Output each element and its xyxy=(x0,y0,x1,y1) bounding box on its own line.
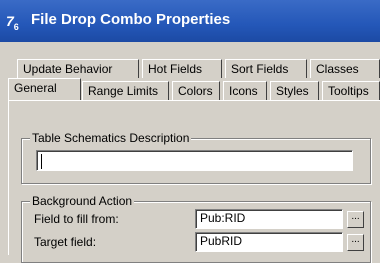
tab-general[interactable]: General xyxy=(8,78,81,100)
window-title: File Drop Combo Properties xyxy=(31,11,231,28)
tab-update-behavior[interactable]: Update Behavior xyxy=(17,59,139,78)
target-field-browse-button[interactable]: ... xyxy=(347,234,364,251)
tab-colors[interactable]: Colors xyxy=(172,81,220,100)
tab-icons[interactable]: Icons xyxy=(223,81,267,100)
app-icon-sub: 6 xyxy=(13,21,19,32)
app-icon: 76 xyxy=(6,13,24,32)
background-action-title: Background Action xyxy=(30,194,135,208)
table-schematics-input[interactable] xyxy=(36,150,353,171)
table-schematics-group: Table Schematics Description xyxy=(21,131,371,184)
table-schematics-title: Table Schematics Description xyxy=(30,131,192,145)
text-caret xyxy=(41,154,42,169)
field-to-fill-input[interactable]: Pub:RID xyxy=(195,209,343,229)
target-field-input[interactable]: PubRID xyxy=(195,232,343,252)
tab-page-general: Table Schematics Description Background … xyxy=(8,100,380,263)
field-to-fill-browse-button[interactable]: ... xyxy=(347,211,364,228)
app-icon-text: 7 xyxy=(6,13,14,29)
tab-hot-fields[interactable]: Hot Fields xyxy=(142,59,222,78)
tab-styles[interactable]: Styles xyxy=(270,81,319,100)
tab-sort-fields[interactable]: Sort Fields xyxy=(225,59,307,78)
tab-control: Update Behavior Hot Fields Sort Fields C… xyxy=(0,42,380,263)
tab-classes[interactable]: Classes xyxy=(310,59,380,78)
target-field-label: Target field: xyxy=(34,235,97,249)
title-bar: 76 File Drop Combo Properties xyxy=(0,0,380,42)
tab-range-limits[interactable]: Range Limits xyxy=(82,81,169,100)
tab-tooltips[interactable]: Tooltips xyxy=(322,81,380,100)
field-to-fill-label: Field to fill from: xyxy=(34,212,119,226)
